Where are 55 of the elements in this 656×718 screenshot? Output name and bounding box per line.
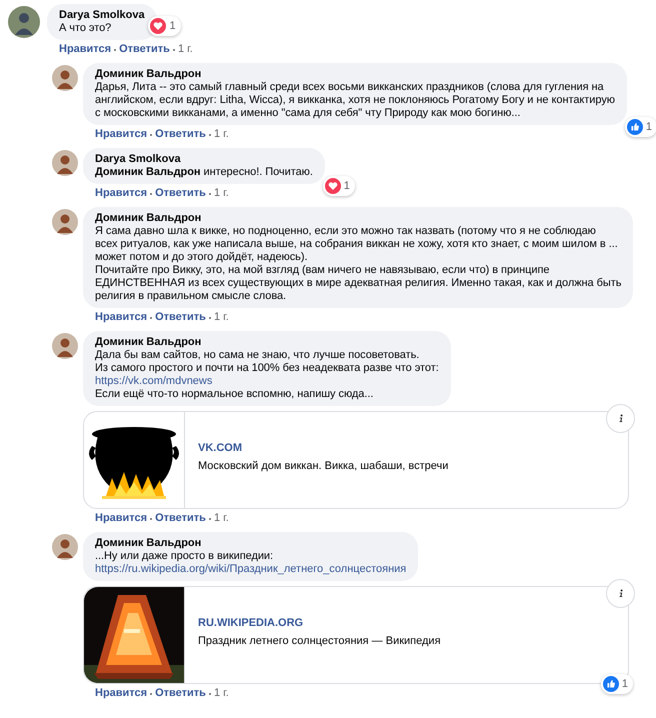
reaction-badge[interactable]: 1 <box>600 674 633 694</box>
author-name[interactable]: Доминик Вальдрон <box>95 67 615 81</box>
comment-text: Я сама давно шла к викке, но подноценно, если это можно так назвать (потому что я не соблюдаю всех ритуалов, как уже написала выше, на собрания виккан не хожу, хотя кто знает, с моим шилом в ... может потом и до этого дойдёт, надеюсь). Почитайте про Викку, это, на мой взгляд (вам ничего не навязываю, если что) в принципе ЕДИНСТВЕННАЯ из всех существующих в мире адекватная религия. Именно такая, как и должна быть религия в правильном смысле слова. <box>95 225 622 303</box>
author-name[interactable]: Darya Smolkova <box>95 152 313 166</box>
reply-link[interactable]: Ответить <box>155 687 206 700</box>
like-link[interactable]: Нравится <box>95 187 148 200</box>
preview-title: Праздник летнего солнцестояния — Википедия <box>198 635 441 647</box>
like-link[interactable]: Нравится <box>95 512 148 525</box>
info-icon <box>618 588 624 599</box>
reply-link[interactable]: Ответить <box>155 311 206 324</box>
timestamp: 1 г. <box>214 187 229 200</box>
reaction-badge[interactable]: 1 <box>322 176 355 196</box>
thumbs-up-icon <box>602 676 619 692</box>
timestamp: 1 г. <box>214 687 229 700</box>
like-link[interactable]: Нравится <box>95 687 148 700</box>
timestamp: 1 г. <box>214 128 229 141</box>
author-name[interactable]: Darya Smolkova <box>59 8 145 22</box>
reaction-count: 1 <box>646 121 652 133</box>
comment-text: Доминик Вальдрон интересно!. Почитаю. <box>95 166 313 179</box>
reaction-badge[interactable]: 1 <box>148 16 181 36</box>
like-link[interactable]: Нравится <box>95 128 148 141</box>
avatar[interactable] <box>52 209 78 235</box>
preview-domain: VK.COM <box>198 442 243 454</box>
preview-title: Московский дом виккан. Викка, шабаши, встречи <box>198 460 448 472</box>
comment-text: А что это? <box>59 22 112 35</box>
comment-text: Дала бы вам сайтов, но сама не знаю, что лучше посоветовать. Из самого простого и почти на 100% без неадеквата разве что этот: <box>95 349 439 375</box>
timestamp: 1 г. <box>214 311 229 324</box>
reaction-count: 1 <box>344 180 350 192</box>
reply-link[interactable]: Ответить <box>155 128 206 141</box>
reaction-count: 1 <box>169 20 176 32</box>
info-icon <box>618 413 624 424</box>
avatar[interactable] <box>52 65 78 91</box>
preview-domain: RU.WIKIPEDIA.ORG <box>198 617 304 629</box>
link-preview-card[interactable]: VK.COM Московский дом виккан. Викка, шабаши, встречи <box>83 411 629 509</box>
timestamp: 1 г. <box>214 512 229 525</box>
like-link[interactable]: Нравится <box>59 43 112 56</box>
link[interactable]: https://vk.com/mdvnews <box>95 375 439 388</box>
avatar[interactable] <box>8 6 40 38</box>
avatar[interactable] <box>52 333 78 359</box>
reply-link[interactable]: Ответить <box>155 187 206 200</box>
reaction-badge[interactable]: 1 <box>624 117 656 137</box>
author-name[interactable]: Доминик Вальдрон <box>95 211 622 225</box>
reply-link[interactable]: Ответить <box>155 512 206 525</box>
comment-text: ...Ну или даже просто в википедии: <box>95 550 274 563</box>
link[interactable]: https://ru.wikipedia.org/wiki/Праздник_летнего_солнцестояния <box>95 563 406 576</box>
author-name[interactable]: Доминик Вальдрон <box>95 536 406 550</box>
thumbs-up-icon <box>626 119 643 135</box>
comment-text: Если ещё что-то нормальное вспомню, напишу сюда... <box>95 388 374 401</box>
avatar[interactable] <box>52 534 78 560</box>
timestamp: 1 г. <box>178 43 193 56</box>
like-link[interactable]: Нравится <box>95 311 148 324</box>
avatar[interactable] <box>52 150 78 176</box>
author-name[interactable]: Доминик Вальдрон <box>95 335 439 349</box>
comment-text: Дарья, Лита -- это самый главный среди всех восьми викканских праздников (слова для гугления на английском, если вдруг: Litha, Wicca), я викканка, хотя не поклоняюсь Рогатому Богу и не контактирую с московскими викканами, а именно "сама для себя" чту Природу как мою богиню... <box>95 81 615 120</box>
reply-link[interactable]: Ответить <box>119 43 170 56</box>
